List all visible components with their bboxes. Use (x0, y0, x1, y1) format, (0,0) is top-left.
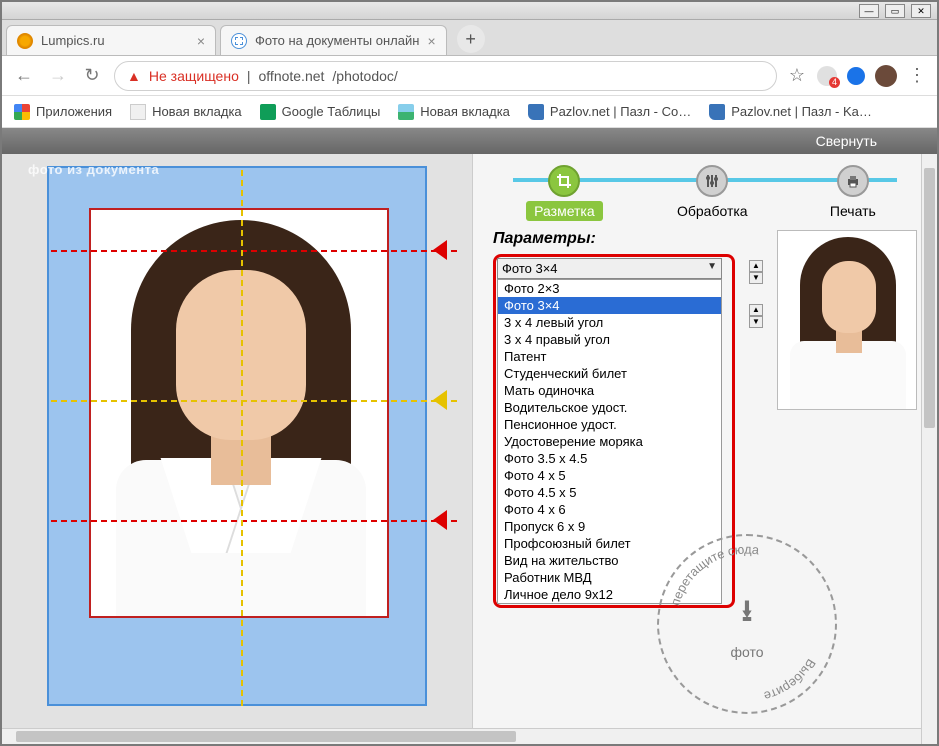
reload-button[interactable]: ↻ (80, 65, 104, 86)
dropdown-option[interactable]: Фото 2×3 (498, 280, 721, 297)
tab-close-button[interactable]: × (427, 33, 435, 49)
apps-icon (14, 104, 30, 120)
result-preview (777, 230, 917, 410)
bookmark-label: Новая вкладка (152, 104, 242, 119)
bookmark-label: Новая вкладка (420, 104, 510, 119)
favicon-photodoc-icon (231, 33, 247, 49)
dropdown-option[interactable]: Пропуск 6 х 9 (498, 518, 721, 535)
sliders-icon (696, 165, 728, 197)
extension-badge-icon[interactable] (817, 66, 837, 86)
bookmark-item[interactable]: Google Таблицы (260, 104, 381, 120)
collapse-bar: Свернуть (2, 128, 937, 154)
dropdown-option[interactable]: 3 х 4 правый угол (498, 331, 721, 348)
collapse-button[interactable]: Свернуть (816, 133, 877, 149)
stepper-down-button[interactable]: ▼ (749, 316, 763, 328)
crop-frame[interactable] (89, 208, 389, 618)
bookmark-item[interactable]: Новая вкладка (398, 104, 510, 120)
dropdown-option[interactable]: Патент (498, 348, 721, 365)
guide-marker-bottom[interactable] (433, 510, 447, 530)
bookmarks-bar: Приложения Новая вкладка Google Таблицы … (2, 96, 937, 128)
stepper-up-button[interactable]: ▲ (749, 260, 763, 272)
tab-photodoc[interactable]: Фото на документы онлайн × (220, 25, 447, 55)
svg-text:Выберите: Выберите (762, 656, 819, 704)
puzzle-icon (528, 104, 544, 120)
window-controls: — ▭ ✕ (2, 2, 937, 20)
address-bar: ← → ↻ ▲ Не защищено | offnote.net/photod… (2, 56, 937, 96)
bookmark-label: Google Таблицы (282, 104, 381, 119)
globe-icon[interactable] (847, 67, 865, 85)
url-host: offnote.net (259, 68, 325, 84)
page-horizontal-scrollbar[interactable] (2, 728, 921, 744)
dropdown-option[interactable]: Фото 4 х 6 (498, 501, 721, 518)
right-panel: Разметка Обработка Печать Параметры: (472, 154, 937, 744)
puzzle-icon (709, 104, 725, 120)
photo-preview (91, 210, 387, 616)
bookmark-label: Pazlov.net | Пазл - Ka… (731, 104, 872, 119)
printer-icon (837, 165, 869, 197)
stepper-up-button[interactable]: ▲ (749, 304, 763, 316)
dropdown-selected[interactable]: Фото 3×4 (497, 258, 722, 279)
close-window-button[interactable]: ✕ (911, 4, 931, 18)
bookmark-item[interactable]: Pazlov.net | Пазл - Ka… (709, 104, 872, 120)
guide-marker-mid[interactable] (433, 390, 447, 410)
favicon-lumpics-icon (17, 33, 33, 49)
params-title: Параметры: (493, 230, 735, 248)
dropdown-option[interactable]: Фото 4 х 5 (498, 467, 721, 484)
editor-overlay-title: фото из документа (28, 162, 159, 177)
bookmark-label: Pazlov.net | Пазл - Co… (550, 104, 691, 119)
photo-canvas[interactable] (47, 166, 427, 706)
sheets-icon (260, 104, 276, 120)
dropdown-option[interactable]: Мать одиночка (498, 382, 721, 399)
security-label: Не защищено (149, 68, 239, 84)
dropdown-option[interactable]: Фото 3×4 (498, 297, 721, 314)
step-processing[interactable]: Обработка (669, 165, 756, 221)
warning-icon: ▲ (127, 68, 141, 84)
bookmark-label: Приложения (36, 104, 112, 119)
tab-lumpics[interactable]: Lumpics.ru × (6, 25, 216, 55)
dropdown-option[interactable]: Фото 4.5 х 5 (498, 484, 721, 501)
bookmark-item[interactable]: Новая вкладка (130, 104, 242, 120)
url-input[interactable]: ▲ Не защищено | offnote.net/photodoc/ (114, 61, 777, 91)
bookmark-apps[interactable]: Приложения (14, 104, 112, 120)
new-tab-button[interactable]: + (457, 25, 485, 53)
dropdown-option[interactable]: Фото 3.5 х 4.5 (498, 450, 721, 467)
step-label: Разметка (526, 201, 603, 221)
page-icon (130, 104, 146, 120)
workflow-steps: Разметка Обработка Печать (473, 154, 937, 224)
page-content: Свернуть фото из документа (2, 128, 937, 744)
step-label: Обработка (669, 201, 756, 221)
tab-close-button[interactable]: × (197, 33, 205, 49)
size-stepper: ▲ ▼ ▲ ▼ (749, 260, 763, 328)
tab-title: Lumpics.ru (41, 33, 105, 48)
photo-dropzone[interactable]: Выберите перетащите сюда ⭳ фото (657, 534, 837, 714)
forward-button[interactable]: → (46, 65, 70, 86)
menu-dots-icon[interactable]: ⋮ (907, 66, 927, 86)
maximize-button[interactable]: ▭ (885, 4, 905, 18)
tab-title: Фото на документы онлайн (255, 33, 419, 48)
step-print[interactable]: Печать (822, 165, 884, 221)
step-markup[interactable]: Разметка (526, 165, 603, 221)
tabbar: Lumpics.ru × Фото на документы онлайн × … (2, 20, 937, 56)
dropdown-option[interactable]: Студенческий билет (498, 365, 721, 382)
back-button[interactable]: ← (12, 65, 36, 86)
image-icon (398, 104, 414, 120)
bookmark-star-icon[interactable]: ☆ (787, 66, 807, 86)
profile-avatar[interactable] (875, 65, 897, 87)
step-label: Печать (822, 201, 884, 221)
dropdown-option[interactable]: Пенсионное удост. (498, 416, 721, 433)
dropzone-circular-text: Выберите перетащите сюда (659, 536, 835, 712)
crop-icon (548, 165, 580, 197)
guide-marker-top[interactable] (433, 240, 447, 260)
minimize-button[interactable]: — (859, 4, 879, 18)
bookmark-item[interactable]: Pazlov.net | Пазл - Co… (528, 104, 691, 120)
url-path: /photodoc/ (332, 68, 397, 84)
dropdown-option[interactable]: Удостоверение моряка (498, 433, 721, 450)
stepper-down-button[interactable]: ▼ (749, 272, 763, 284)
url-separator: | (247, 68, 251, 84)
svg-text:перетащите сюда: перетащите сюда (667, 542, 761, 608)
dropdown-option[interactable]: Водительское удост. (498, 399, 721, 416)
dropdown-option[interactable]: 3 х 4 левый угол (498, 314, 721, 331)
photo-editor: фото из документа (2, 154, 472, 744)
page-vertical-scrollbar[interactable] (921, 154, 937, 744)
